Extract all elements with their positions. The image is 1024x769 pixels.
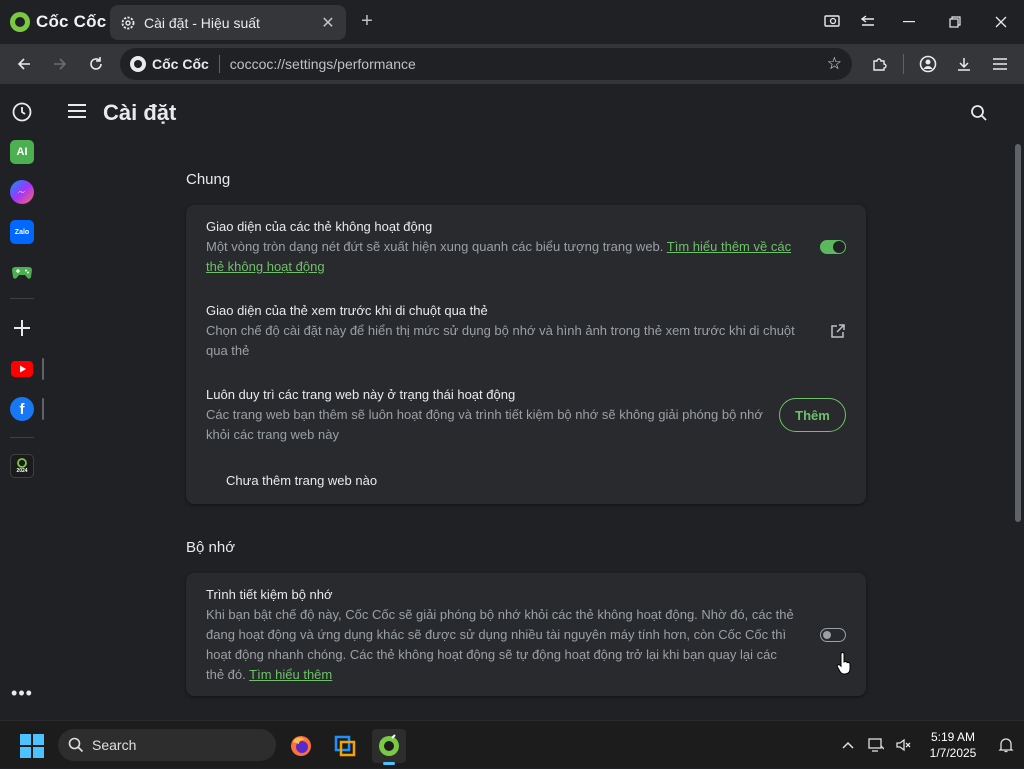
tab-search-icon[interactable]: [814, 0, 850, 44]
year-review-icon[interactable]: 2024: [10, 454, 34, 478]
taskbar-search-box[interactable]: Search: [58, 729, 276, 761]
reload-icon[interactable]: [78, 46, 114, 82]
ai-assistant-icon[interactable]: AI: [10, 140, 34, 164]
memory-settings-card: Trình tiết kiệm bộ nhớ Khi bạn bật chế đ…: [186, 573, 866, 696]
section-title-general: Chung: [186, 171, 231, 188]
row-title: Giao diện của thẻ xem trước khi di chuột…: [206, 303, 488, 318]
main-menu-icon[interactable]: [982, 48, 1018, 80]
page-title: Cài đặt: [103, 100, 177, 125]
ai-label: AI: [16, 146, 28, 158]
settings-header: Cài đặt: [44, 84, 1024, 142]
more-horizontal-icon[interactable]: •••: [10, 684, 34, 708]
coccoc-logo-icon: [10, 12, 30, 32]
tab-history-icon[interactable]: [850, 0, 886, 44]
firefox-taskbar-icon[interactable]: [284, 729, 318, 763]
network-icon[interactable]: [862, 721, 890, 769]
add-app-icon[interactable]: [10, 316, 34, 340]
clock-time: 5:19 AM: [930, 730, 976, 744]
title-bar: Cốc Cốc Cài đặt - Hiệu suất ✕ +: [0, 0, 1024, 44]
forward-arrow-icon[interactable]: [42, 46, 78, 82]
hover-preview-row: Giao diện của thẻ xem trước khi di chuột…: [206, 301, 846, 361]
bookmark-star-icon[interactable]: ☆: [827, 54, 842, 74]
facebook-icon[interactable]: f: [10, 397, 34, 421]
row-description: Chọn chế độ cài đặt này để hiển thị mức …: [206, 323, 795, 358]
close-window-button[interactable]: [978, 0, 1024, 44]
no-sites-note: Chưa thêm trang web nào: [226, 473, 378, 488]
row-description: Một vòng tròn dạng nét đứt sẽ xuất hiện …: [206, 239, 792, 274]
inactive-tabs-toggle[interactable]: [820, 240, 846, 254]
address-bar[interactable]: Cốc Cốc coccoc://settings/performance ☆: [120, 48, 852, 80]
gear-icon: [121, 16, 135, 29]
download-icon[interactable]: [946, 48, 982, 80]
settings-content: Chung Giao diện của các thẻ không hoạt đ…: [44, 142, 1012, 720]
inactive-tabs-appearance-row: Giao diện của các thẻ không hoạt động Mộ…: [206, 217, 846, 277]
back-arrow-icon[interactable]: [6, 46, 42, 82]
taskbar-clock[interactable]: 5:19 AM 1/7/2025: [918, 729, 988, 761]
hand-cursor-icon: [836, 652, 851, 675]
messenger-icon[interactable]: [10, 180, 34, 204]
row-title: Trình tiết kiệm bộ nhớ: [206, 587, 333, 602]
browser-sidebar: AI Zalo f 2024 •••: [0, 84, 44, 720]
active-app-indicator: [383, 762, 395, 765]
toolbar-divider: [903, 54, 904, 74]
content-scrollbar[interactable]: [1012, 142, 1024, 720]
history-icon[interactable]: [10, 100, 34, 124]
new-tab-button[interactable]: +: [356, 10, 378, 32]
system-tray: 5:19 AM 1/7/2025: [834, 721, 1024, 769]
zalo-icon[interactable]: Zalo: [10, 220, 34, 244]
toolbar-actions: [861, 48, 1018, 80]
chevron-up-icon[interactable]: [834, 721, 862, 769]
general-settings-card: Giao diện của các thẻ không hoạt động Mộ…: [186, 205, 866, 504]
year-label: 2024: [16, 468, 28, 474]
search-icon[interactable]: [970, 104, 988, 122]
facebook-glyph: f: [19, 400, 25, 418]
windows-start-icon[interactable]: [20, 734, 44, 758]
windows-taskbar: Search 5:19 AM 1/7/2025: [0, 720, 1024, 768]
site-chip[interactable]: Cốc Cốc: [130, 55, 220, 73]
add-site-button[interactable]: Thêm: [779, 398, 846, 432]
memory-saver-toggle[interactable]: [820, 628, 846, 642]
always-active-sites-row: Luôn duy trì các trang web này ở trạng t…: [206, 385, 846, 445]
tab-title: Cài đặt - Hiệu suất: [144, 14, 260, 31]
row-title: Luôn duy trì các trang web này ở trạng t…: [206, 387, 516, 402]
row-description: Các trang web bạn thêm sẽ luôn hoạt động…: [206, 407, 763, 442]
memory-saver-row: Trình tiết kiệm bộ nhớ Khi bạn bật chế đ…: [206, 585, 846, 685]
site-name: Cốc Cốc: [152, 56, 209, 72]
search-icon: [68, 737, 84, 753]
clock-date: 1/7/2025: [929, 746, 977, 760]
learn-more-memory-saver-link[interactable]: Tìm hiểu thêm: [249, 667, 332, 682]
tab-settings-performance[interactable]: Cài đặt - Hiệu suất ✕: [110, 5, 346, 40]
browser-toolbar: Cốc Cốc coccoc://settings/performance ☆: [0, 44, 1024, 84]
notification-bell-icon[interactable]: [988, 721, 1024, 769]
zalo-label: Zalo: [14, 228, 30, 236]
youtube-icon[interactable]: [10, 357, 34, 381]
hamburger-menu-icon[interactable]: [68, 104, 86, 118]
row-title: Giao diện của các thẻ không hoạt động: [206, 219, 433, 234]
restore-button[interactable]: [932, 0, 978, 44]
url-text[interactable]: coccoc://settings/performance: [230, 56, 827, 72]
window-controls: [814, 0, 1024, 44]
game-controller-icon[interactable]: [10, 260, 34, 284]
tab-close-icon[interactable]: ✕: [320, 13, 336, 33]
brand-name: Cốc Cốc: [36, 12, 107, 31]
sound-muted-icon[interactable]: [890, 721, 918, 769]
coccoc-site-icon: [130, 56, 146, 72]
app-taskbar-icon[interactable]: [328, 729, 362, 763]
minimize-button[interactable]: [886, 0, 932, 44]
external-link-icon[interactable]: [830, 323, 846, 339]
coccoc-taskbar-icon[interactable]: [372, 729, 406, 765]
profile-icon[interactable]: [910, 48, 946, 80]
sidebar-divider: [10, 437, 34, 438]
section-title-memory: Bộ nhớ: [186, 539, 236, 556]
extensions-icon[interactable]: [861, 48, 897, 80]
sidebar-divider: [10, 298, 34, 299]
taskbar-search-placeholder: Search: [92, 737, 137, 753]
row-description: Khi bạn bật chế độ này, Cốc Cốc sẽ giải …: [206, 607, 794, 682]
scroll-thumb[interactable]: [1015, 144, 1021, 522]
browser-brand[interactable]: Cốc Cốc: [10, 10, 106, 34]
